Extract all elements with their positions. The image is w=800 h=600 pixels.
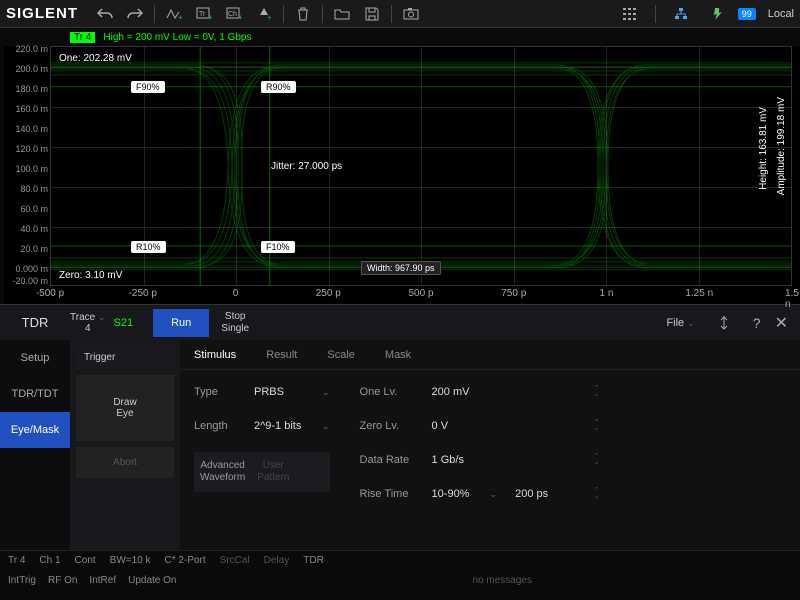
tr-icon[interactable]: Tr+ xyxy=(192,2,216,26)
local-label: Local xyxy=(768,8,794,20)
x-axis: -500 p-250 p 0250 p 500 p750 p 1 n1.25 n… xyxy=(50,288,792,304)
subtab-mask[interactable]: Mask xyxy=(385,349,411,361)
status-ref: IntRef xyxy=(89,575,116,586)
network-icon[interactable] xyxy=(669,2,693,26)
stimulus-form: TypePRBS⌄ Length2^9-1 bits⌄ Advanced Wav… xyxy=(180,370,800,516)
trigger-button[interactable]: Trigger xyxy=(76,346,174,369)
type-field[interactable]: TypePRBS⌄ xyxy=(194,380,330,404)
subtab-scale[interactable]: Scale xyxy=(327,349,355,361)
zero-level-field[interactable]: Zero Lv.0 V⌃⌄ xyxy=(360,414,600,438)
status-messages: no messages xyxy=(473,575,532,586)
trash-icon[interactable] xyxy=(291,2,315,26)
plot-area[interactable]: One: 202.28 mV Zero: 3.10 mV F90% R90% R… xyxy=(50,46,792,286)
tdr-mode-label: TDR xyxy=(0,315,70,330)
folder-open-icon[interactable] xyxy=(330,2,354,26)
power-icon[interactable] xyxy=(705,2,729,26)
subtab-stimulus[interactable]: Stimulus xyxy=(194,349,236,361)
status-bw: BW=10 k xyxy=(110,555,151,566)
svg-text:+: + xyxy=(238,13,242,21)
file-menu[interactable]: File ⌄ xyxy=(666,317,694,329)
svg-text:Ch: Ch xyxy=(228,11,237,18)
status-trace: Tr 4 xyxy=(8,555,25,566)
f90-marker: F90% xyxy=(131,81,165,93)
camera-icon[interactable] xyxy=(399,2,423,26)
height-label: Height: 163.81 mV xyxy=(758,107,769,190)
tab-setup[interactable]: Setup xyxy=(0,340,70,376)
status-trig: IntTrig xyxy=(8,575,36,586)
ch-icon[interactable]: Ch+ xyxy=(222,2,246,26)
trace-selector[interactable]: Trace ⌄ 4 xyxy=(70,312,106,334)
zero-level-label: Zero: 3.10 mV xyxy=(59,270,122,281)
jitter-label: Jitter: 27.000 ps xyxy=(271,161,342,172)
subtab-result[interactable]: Result xyxy=(266,349,297,361)
trace-info: High = 200 mV Low = 0V, 1 Gbps xyxy=(103,32,251,43)
svg-text:+: + xyxy=(208,13,212,21)
svg-text:+: + xyxy=(178,13,182,21)
status-bar-1: Tr 4 Ch 1 Cont BW=10 k C* 2-Port SrcCal … xyxy=(0,550,800,570)
user-pattern-button[interactable]: User Pattern xyxy=(257,460,289,484)
mid-buttons: Trigger Draw Eye Abort xyxy=(70,340,180,550)
abort-button[interactable]: Abort xyxy=(76,447,174,478)
status-2port: C* 2-Port xyxy=(165,555,206,566)
advanced-waveform-button[interactable]: Advanced Waveform xyxy=(200,460,245,484)
status-delay: Delay xyxy=(264,555,290,566)
run-button[interactable]: Run xyxy=(153,309,209,337)
status-update: Update On xyxy=(128,575,176,586)
r10-marker: R10% xyxy=(131,241,166,253)
help-button[interactable]: ? xyxy=(753,315,761,331)
r90-marker: R90% xyxy=(261,81,296,93)
top-toolbar: SIGLENT + Tr+ Ch+ + 99 Local xyxy=(0,0,800,28)
draw-eye-button[interactable]: Draw Eye xyxy=(76,375,174,441)
one-level-label: One: 202.28 mV xyxy=(59,53,132,64)
save-icon[interactable] xyxy=(360,2,384,26)
s-parameter-label: S21 xyxy=(114,317,134,329)
y-axis: 220.0 m200.0 m 180.0 m160.0 m 140.0 m120… xyxy=(4,46,50,286)
rise-time-field[interactable]: Rise Time10-90%⌄200 ps⌃⌄ xyxy=(360,482,600,506)
undo-icon[interactable] xyxy=(93,2,117,26)
data-rate-field[interactable]: Data Rate1 Gb/s⌃⌄ xyxy=(360,448,600,472)
tab-eye-mask[interactable]: Eye/Mask xyxy=(0,412,70,448)
expand-icon[interactable] xyxy=(712,311,736,335)
trace-add-icon[interactable]: + xyxy=(162,2,186,26)
eye-diagram-plot: 220.0 m200.0 m 180.0 m160.0 m 140.0 m120… xyxy=(4,46,800,304)
svg-text:Tr: Tr xyxy=(199,11,206,18)
status-rf: RF On xyxy=(48,575,77,586)
f10-marker: F10% xyxy=(261,241,295,253)
redo-icon[interactable] xyxy=(123,2,147,26)
marker-icon[interactable]: + xyxy=(252,2,276,26)
svg-text:+: + xyxy=(267,13,271,21)
right-panel: Stimulus Result Scale Mask TypePRBS⌄ Len… xyxy=(180,340,800,550)
status-channel: Ch 1 xyxy=(39,555,60,566)
status-cont: Cont xyxy=(75,555,96,566)
battery-indicator: 99 xyxy=(738,8,756,20)
settings-panel: Setup TDR/TDT Eye/Mask Trigger Draw Eye … xyxy=(0,340,800,550)
tab-tdr-tdt[interactable]: TDR/TDT xyxy=(0,376,70,412)
left-tabs: Setup TDR/TDT Eye/Mask xyxy=(0,340,70,550)
menu-icon[interactable] xyxy=(618,2,642,26)
status-bar-2: IntTrig RF On IntRef Update On no messag… xyxy=(0,570,800,590)
trace-badge: Tr 4 xyxy=(70,32,95,43)
one-level-field[interactable]: One Lv.200 mV⌃⌄ xyxy=(360,380,600,404)
control-bar: TDR Trace ⌄ 4 S21 Run StopSingle File ⌄ … xyxy=(0,304,800,340)
trace-header: Tr 4 High = 200 mV Low = 0V, 1 Gbps xyxy=(0,28,800,46)
status-tdr: TDR xyxy=(303,555,324,566)
amplitude-label: Amplitude: 199.18 mV xyxy=(776,97,787,195)
logo: SIGLENT xyxy=(6,5,78,22)
sub-tabs: Stimulus Result Scale Mask xyxy=(180,340,800,370)
stop-single-button[interactable]: StopSingle xyxy=(209,307,261,339)
length-field[interactable]: Length2^9-1 bits⌄ xyxy=(194,414,330,438)
width-label: Width: 967.90 ps xyxy=(361,261,441,275)
status-srccal: SrcCal xyxy=(220,555,250,566)
close-button[interactable]: ✕ xyxy=(775,313,788,333)
